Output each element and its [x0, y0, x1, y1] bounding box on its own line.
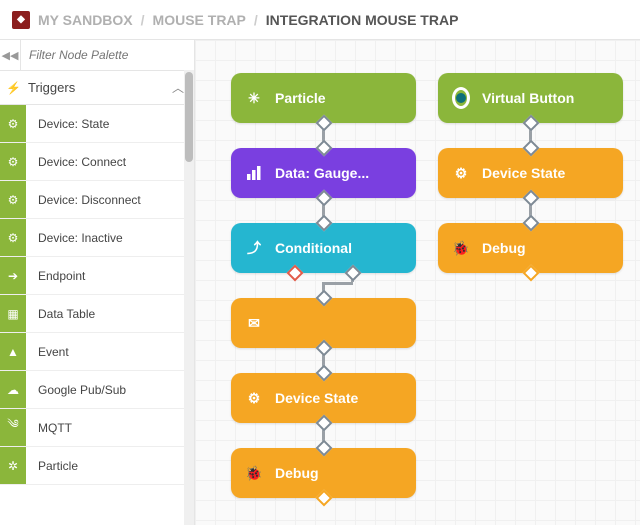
gear-icon: ⚙	[245, 389, 263, 407]
chevron-left-icon: ◀◀	[2, 49, 19, 62]
cloud-icon: ☁	[0, 371, 26, 408]
palette-item-label: Data Table	[26, 295, 194, 332]
flow-wire	[322, 282, 353, 285]
table-icon: ▦	[0, 295, 26, 332]
bolt-icon: ⚡	[6, 81, 20, 95]
node-label: Virtual Button	[482, 90, 574, 106]
main: ◀◀ ⚡ Triggers ︿ ⚙ Device: State ⚙ Device…	[0, 40, 640, 525]
category-label: Triggers	[28, 80, 75, 95]
filter-palette-input[interactable]	[21, 40, 194, 70]
virtual-button-icon	[452, 89, 470, 107]
palette-item-label: Device: Disconnect	[26, 181, 194, 218]
mqtt-icon: ༄	[0, 409, 26, 446]
bug-icon: 🐞	[245, 464, 263, 482]
breadcrumb-current: INTEGRATION MOUSE TRAP	[266, 12, 459, 28]
node-label: Device State	[482, 165, 565, 181]
node-label: Data: Gauge...	[275, 165, 369, 181]
branch-icon: ⤴	[245, 239, 263, 257]
palette-item-label: Device: Connect	[26, 143, 194, 180]
sidebar-scrollbar-thumb[interactable]	[185, 72, 193, 162]
sidebar-top: ◀◀	[0, 40, 194, 71]
node-label: Debug	[275, 465, 319, 481]
palette-item-label: Particle	[26, 447, 194, 484]
palette-item-particle[interactable]: ✲ Particle	[0, 447, 194, 485]
palette-item-device-disconnect[interactable]: ⚙ Device: Disconnect	[0, 181, 194, 219]
palette-item-google-pubsub[interactable]: ☁ Google Pub/Sub	[0, 371, 194, 409]
spark-icon: ✳	[245, 89, 263, 107]
gear-icon: ⚙	[0, 105, 26, 142]
node-label: Particle	[275, 90, 326, 106]
flow-canvas[interactable]: ✳ Particle Data: Gauge... ⤴ Conditional …	[195, 40, 640, 525]
palette-item-label: Endpoint	[26, 257, 194, 294]
palette-item-event[interactable]: ▲ Event	[0, 333, 194, 371]
node-label: Conditional	[275, 240, 352, 256]
gear-icon: ⚙	[0, 181, 26, 218]
breadcrumb-sep-icon: /	[141, 12, 145, 28]
bug-icon: 🐞	[452, 239, 470, 257]
chevron-up-icon: ︿	[172, 79, 184, 96]
palette-item-device-connect[interactable]: ⚙ Device: Connect	[0, 143, 194, 181]
gear-icon: ⚙	[0, 143, 26, 180]
palette-item-device-state[interactable]: ⚙ Device: State	[0, 105, 194, 143]
alert-icon: ▲	[0, 333, 26, 370]
palette-item-label: Event	[26, 333, 194, 370]
app-logo-icon: ◆	[12, 11, 30, 29]
gear-icon: ⚙	[452, 164, 470, 182]
palette-item-label: Device: Inactive	[26, 219, 194, 256]
palette-item-endpoint[interactable]: ➔ Endpoint	[0, 257, 194, 295]
palette-category-triggers[interactable]: ⚡ Triggers ︿	[0, 71, 194, 105]
spark-icon: ✲	[0, 447, 26, 484]
gear-icon: ⚙	[0, 219, 26, 256]
node-label: Device State	[275, 390, 358, 406]
breadcrumb-root[interactable]: MY SANDBOX	[38, 12, 133, 28]
bar-chart-icon	[245, 164, 263, 182]
palette-item-label: Device: State	[26, 105, 194, 142]
palette-item-label: Google Pub/Sub	[26, 371, 194, 408]
mail-icon: ✉	[245, 314, 263, 332]
node-label: Debug	[482, 240, 526, 256]
node-palette-sidebar: ◀◀ ⚡ Triggers ︿ ⚙ Device: State ⚙ Device…	[0, 40, 195, 525]
palette-item-data-table[interactable]: ▦ Data Table	[0, 295, 194, 333]
palette-item-label: MQTT	[26, 409, 194, 446]
breadcrumb-sep-icon: /	[254, 12, 258, 28]
arrow-right-icon: ➔	[0, 257, 26, 294]
palette-item-device-inactive[interactable]: ⚙ Device: Inactive	[0, 219, 194, 257]
breadcrumb-mid[interactable]: MOUSE TRAP	[153, 12, 246, 28]
breadcrumb: ◆ MY SANDBOX / MOUSE TRAP / INTEGRATION …	[0, 0, 640, 40]
collapse-sidebar-button[interactable]: ◀◀	[0, 40, 21, 70]
palette-item-mqtt[interactable]: ༄ MQTT	[0, 409, 194, 447]
